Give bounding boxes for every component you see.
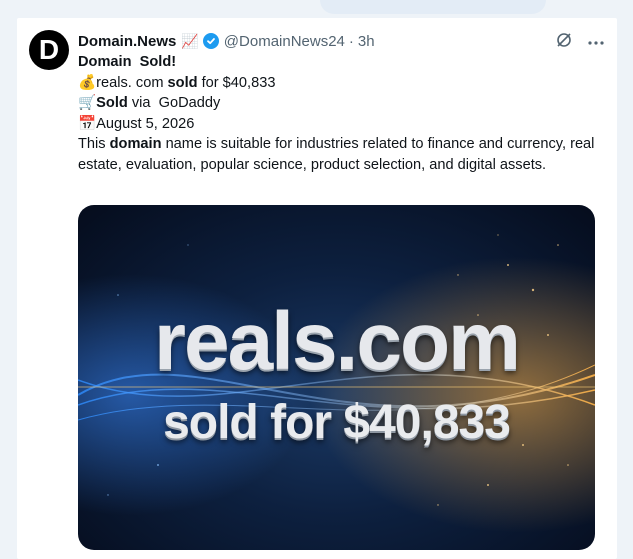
author-name[interactable]: Domain.News xyxy=(78,33,176,50)
desc-bold: domain xyxy=(109,136,162,152)
via-line-post: via GoDaddy xyxy=(127,95,221,111)
more-icon[interactable] xyxy=(587,34,605,50)
separator-dot: · xyxy=(348,32,354,50)
author-handle[interactable]: @DomainNews24 xyxy=(224,33,345,50)
image-subline: sold for $40,833 xyxy=(163,396,511,449)
price-line: 💰reals. com sold for $40,833 xyxy=(78,73,608,94)
tweet-image[interactable]: reals.com sold for $40,833 xyxy=(78,205,595,550)
price-line-post: for $40,833 xyxy=(197,74,276,91)
avatar-letter: D xyxy=(38,34,60,65)
tweet-card[interactable]: D Domain.News 📈 @DomainNews24 · 3h Domai… xyxy=(17,18,617,559)
timestamp[interactable]: 3h xyxy=(358,33,375,50)
chart-emoji-icon: 📈 xyxy=(181,32,199,49)
calendar-icon: 📅 xyxy=(78,115,97,132)
title-word-domain: Domain xyxy=(78,54,132,70)
via-line-bold: Sold xyxy=(96,95,128,111)
verified-badge-icon xyxy=(202,33,219,49)
price-line-bold: sold xyxy=(167,74,198,91)
background-shape xyxy=(320,0,546,14)
money-bag-icon: 💰 xyxy=(78,74,97,91)
avatar[interactable]: D xyxy=(29,30,69,70)
title-word-sold: Sold! xyxy=(139,54,177,70)
image-headline: reals.com xyxy=(154,296,521,387)
tweet-header: Domain.News 📈 @DomainNews24 · 3h xyxy=(78,31,605,51)
grok-icon[interactable] xyxy=(555,31,573,53)
desc-pre: This xyxy=(78,136,110,152)
date-line: 📅August 5, 2026 xyxy=(78,114,608,135)
tweet-title: Domain Sold! xyxy=(78,52,608,73)
price-line-pre: reals. com xyxy=(96,74,168,91)
date-text: August 5, 2026 xyxy=(96,115,195,132)
description: This domain name is suitable for industr… xyxy=(78,134,608,175)
shopping-cart-icon: 🛒 xyxy=(78,95,97,111)
tweet-text: Domain Sold! 💰reals. com sold for $40,83… xyxy=(78,52,608,175)
via-line: 🛒Sold via GoDaddy xyxy=(78,93,608,114)
